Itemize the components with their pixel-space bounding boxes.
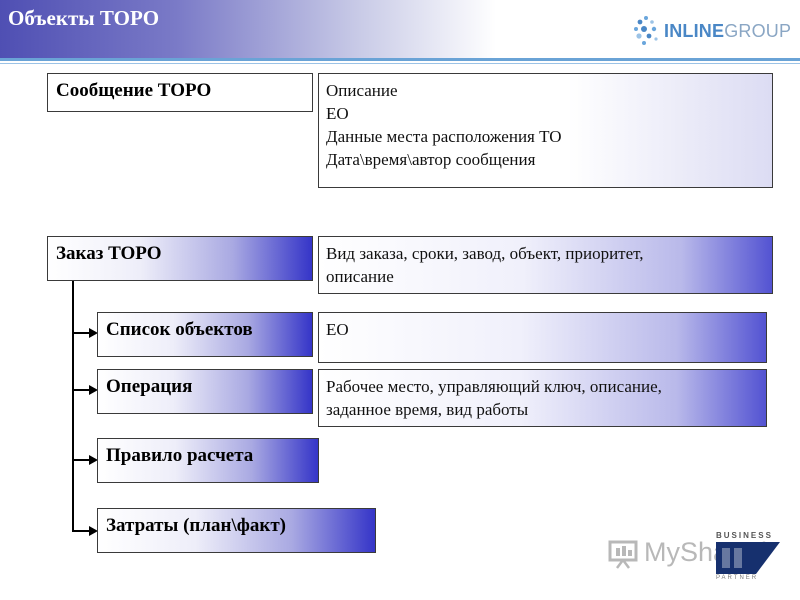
object-order: Заказ ТОРО	[47, 236, 313, 281]
object-notification: Сообщение ТОРО	[47, 73, 313, 112]
description-line: Рабочее место, управляющий ключ, описани…	[326, 377, 662, 396]
object-list-description-box: ЕО	[318, 312, 767, 363]
description-line: Описание	[326, 81, 398, 100]
presentation-board-icon	[608, 540, 638, 569]
notification-description-box: Описание ЕО Данные места расположения ТО…	[318, 73, 773, 188]
object-settlement-rule-label: Правило расчета	[106, 445, 254, 466]
object-settlement-rule: Правило расчета	[97, 438, 319, 483]
description-line: ЕО	[326, 320, 349, 339]
object-operation: Операция	[97, 369, 313, 414]
object-costs: Затраты (план\факт)	[97, 508, 376, 553]
brand-logo: INLINEGROUP	[632, 14, 792, 48]
description-line: Вид заказа, сроки, завод, объект, приори…	[326, 244, 644, 263]
badge-bottom-text: PARTNER	[716, 575, 759, 581]
description-line: Данные места расположения ТО	[326, 127, 562, 146]
header-divider-thin	[0, 63, 800, 64]
page-title: Объекты ТОРО	[8, 6, 160, 30]
description-line: заданное время, вид работы	[326, 400, 529, 419]
description-line: ЕО	[326, 104, 349, 123]
object-order-label: Заказ ТОРО	[56, 243, 162, 264]
description-line: Дата\время\автор сообщения	[326, 150, 536, 169]
object-object-list: Список объектов	[97, 312, 313, 357]
object-list-label: Список объектов	[106, 319, 253, 340]
description-line: описание	[326, 267, 394, 286]
operation-description-box: Рабочее место, управляющий ключ, описани…	[318, 369, 767, 427]
header-divider	[0, 58, 800, 61]
badge-top-text: BUSINESS	[716, 531, 773, 540]
order-description-box: Вид заказа, сроки, завод, объект, приори…	[318, 236, 773, 294]
badge-emblem-icon	[716, 542, 780, 574]
business-partner-badge: BUSINESS PARTNER	[716, 531, 780, 583]
object-costs-label: Затраты (план\факт)	[106, 515, 287, 536]
brand-name-primary: INLINE	[664, 21, 725, 41]
brand-name-secondary: GROUP	[724, 21, 792, 41]
watermark: MyShared	[608, 537, 767, 569]
object-operation-label: Операция	[106, 376, 193, 397]
tree-connector-vertical	[72, 281, 74, 532]
brand-dots-icon	[634, 16, 658, 45]
object-notification-label: Сообщение ТОРО	[56, 80, 212, 101]
